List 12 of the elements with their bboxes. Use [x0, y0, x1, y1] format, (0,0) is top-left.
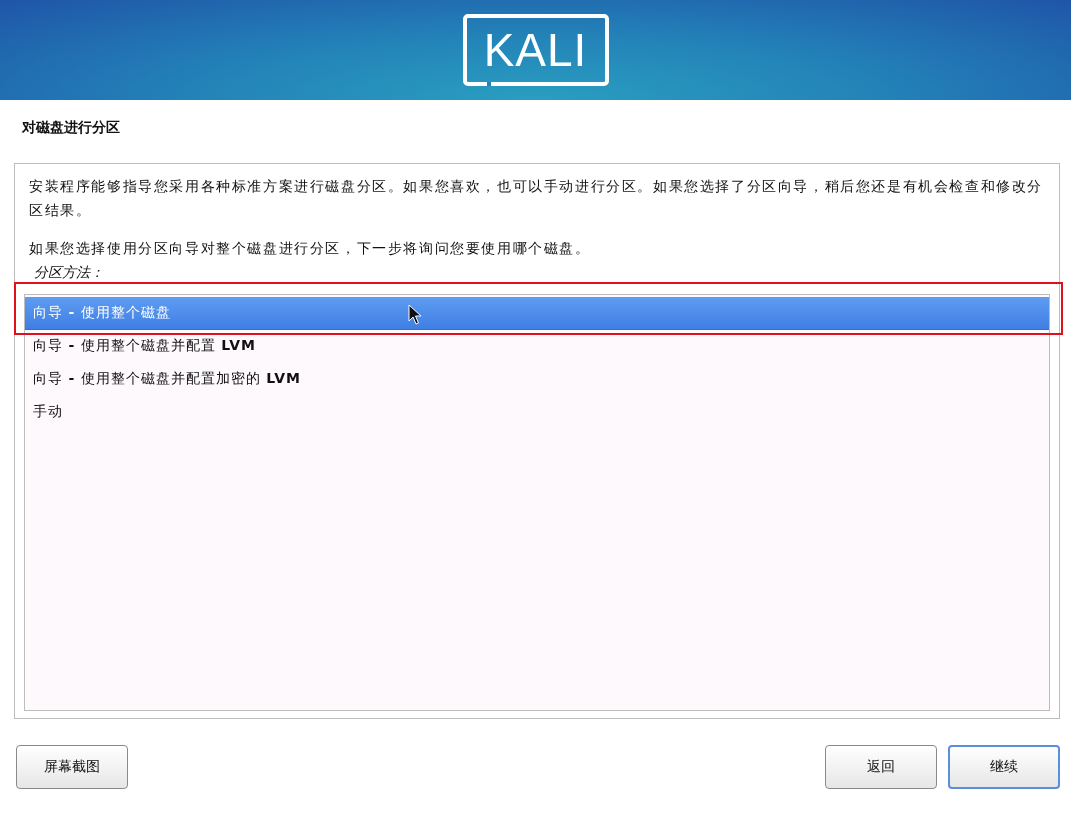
page-title: 对磁盘进行分区 [22, 119, 121, 137]
option-item[interactable]: 向导 - 使用整个磁盘并配置 LVM [25, 330, 1049, 363]
dialog-button[interactable]: 返回 [825, 745, 937, 789]
cursor-icon [408, 304, 422, 326]
screenshot-button[interactable]: 屏幕截图 [16, 745, 128, 789]
options-label: 分区方法： [34, 263, 105, 282]
description-text: 安装程序能够指导您采用各种标准方案进行磁盘分区。如果您喜欢，也可以手动进行分区。如果您选择了分区向导，稍后您还是有机会检查和修改分区结果。 [29, 177, 1044, 220]
option-item[interactable]: 手动 [25, 396, 1049, 429]
dialog-button[interactable]: 继续 [948, 745, 1060, 789]
description-text: 如果您选择使用分区向导对整个磁盘进行分区，下一步将询问您要使用哪个磁盘。 [29, 239, 592, 258]
option-item[interactable]: 向导 - 使用整个磁盘并配置加密的 LVM [25, 363, 1049, 396]
logo: KALI [462, 14, 609, 86]
